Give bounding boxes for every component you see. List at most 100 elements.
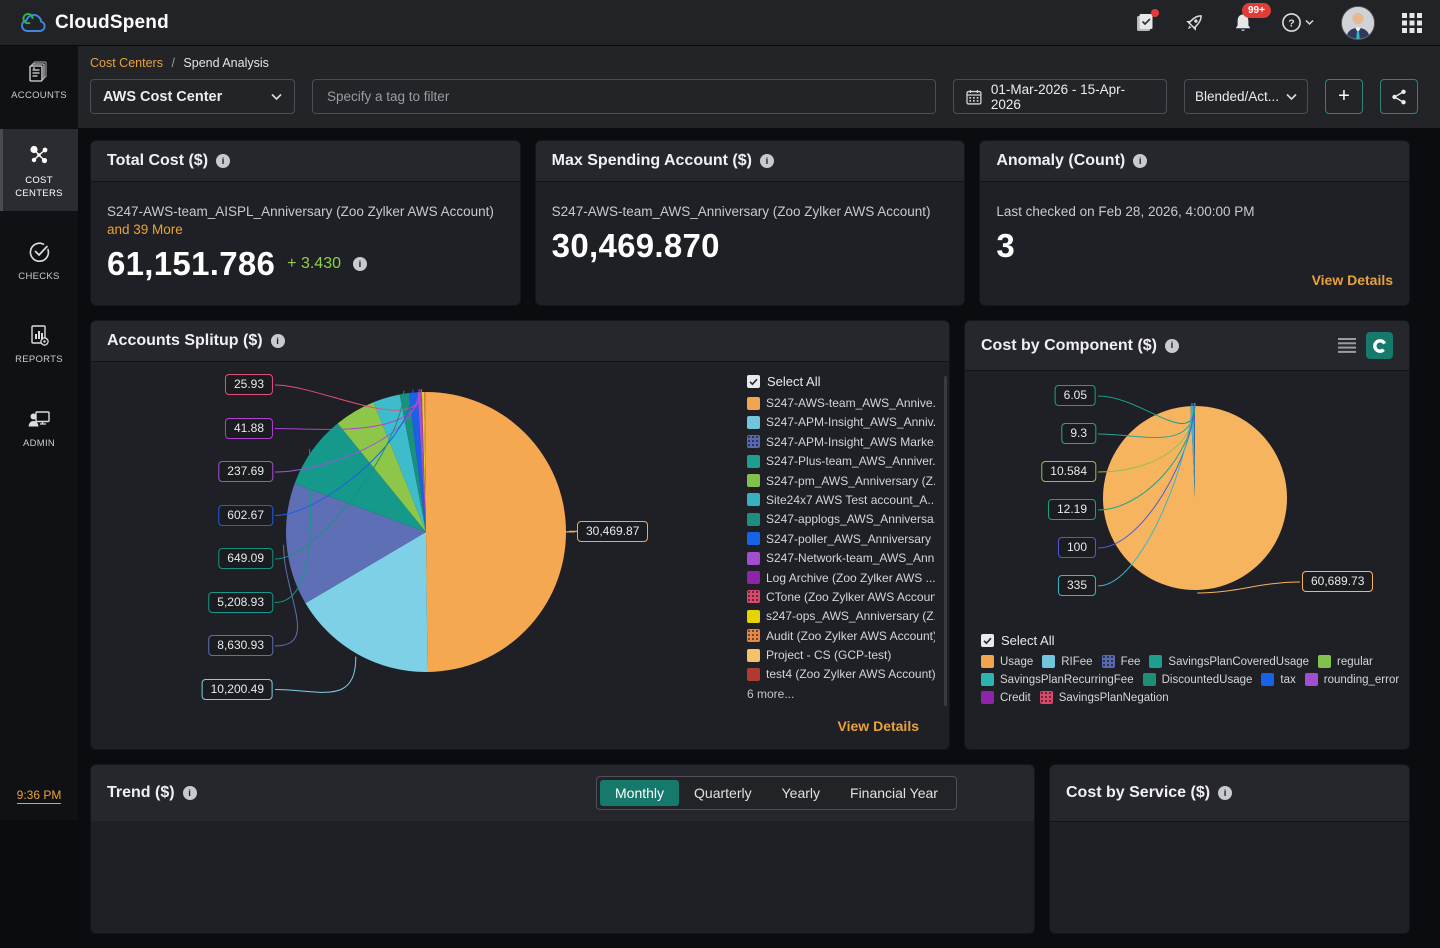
legend-item[interactable]: DiscountedUsage xyxy=(1143,673,1253,686)
info-icon[interactable]: i xyxy=(1165,339,1179,353)
add-button[interactable]: + xyxy=(1325,79,1363,114)
apps-grid-icon[interactable] xyxy=(1402,13,1422,33)
select-all-label: Select All xyxy=(767,374,820,389)
max-spending-account: S247-AWS-team_AWS_Anniversary (Zoo Zylke… xyxy=(552,204,949,219)
info-icon[interactable]: i xyxy=(271,334,285,348)
sidebar-item-label: ADMIN xyxy=(23,438,55,450)
tag-filter-input[interactable] xyxy=(312,79,936,114)
legend-item[interactable]: S247-applogs_AWS_Anniversa... xyxy=(747,512,935,526)
legend-item-label: Fee xyxy=(1121,656,1141,668)
legend-item[interactable]: tax xyxy=(1261,673,1295,686)
sidebar-item-accounts[interactable]: ACCOUNTS xyxy=(0,46,78,113)
legend-item[interactable]: Log Archive (Zoo Zylker AWS ... xyxy=(747,571,935,585)
legend-item[interactable]: S247-Network-team_AWS_Ann... xyxy=(747,551,935,565)
accounts-splitup-legend: Select All S247-AWS-team_AWS_Annive... S2… xyxy=(747,374,935,701)
legend-more-link[interactable]: 6 more... xyxy=(747,687,935,701)
legend-item[interactable]: Audit (Zoo Zylker AWS Account) xyxy=(747,629,935,643)
sidebar-item-cost-centers[interactable]: COST CENTERS xyxy=(0,129,78,211)
share-icon xyxy=(1391,89,1407,105)
last-refresh-time[interactable]: 9:36 PM xyxy=(0,786,78,804)
question-circle-glyph: ? xyxy=(1281,12,1302,33)
cost-by-component-pie-chart[interactable]: 6.059.310.58412.1910033560,689.73 xyxy=(965,371,1400,629)
cost-type-select[interactable]: Blended/Act... xyxy=(1184,79,1308,114)
info-icon[interactable]: i xyxy=(1133,154,1147,168)
max-spending-title: Max Spending Account ($) xyxy=(552,152,752,170)
user-avatar[interactable] xyxy=(1341,6,1375,40)
legend-scrollbar[interactable] xyxy=(944,376,947,706)
table-view-toggle[interactable] xyxy=(1338,338,1356,353)
legend-item-label: SavingsPlanNegation xyxy=(1059,692,1169,704)
help-icon[interactable]: ? xyxy=(1281,12,1314,33)
legend-item[interactable]: S247-poller_AWS_Anniversary ... xyxy=(747,532,935,546)
anomaly-view-details-link[interactable]: View Details xyxy=(1312,272,1393,288)
legend-item[interactable]: Project - CS (GCP-test) xyxy=(747,648,935,662)
accounts-splitup-card: Accounts Splitup ($) i 25.9341.88237.696… xyxy=(90,320,950,750)
dashboard-content: Total Cost ($) i S247-AWS-team_AISPL_Ann… xyxy=(78,128,1440,934)
legend-item[interactable]: S247-AWS-team_AWS_Annive... xyxy=(747,396,935,410)
legend-item[interactable]: regular xyxy=(1318,655,1373,668)
tasks-icon[interactable] xyxy=(1135,12,1156,33)
chart-view-toggle[interactable] xyxy=(1366,332,1393,359)
info-icon[interactable]: i xyxy=(1218,786,1232,800)
pie-callout-label: 30,469.87 xyxy=(577,521,648,542)
legend-item[interactable]: SavingsPlanNegation xyxy=(1040,691,1169,704)
tab-yearly[interactable]: Yearly xyxy=(767,780,835,806)
info-icon[interactable]: i xyxy=(353,257,367,271)
accounts-splitup-view-details-link[interactable]: View Details xyxy=(838,718,919,734)
legend-color-swatch xyxy=(747,532,760,545)
select-all-checkbox[interactable]: Select All xyxy=(981,633,1401,648)
legend-color-swatch xyxy=(1318,655,1331,668)
legend-item[interactable]: S247-Plus-team_AWS_Anniver... xyxy=(747,454,935,468)
pie-callout-label: 602.67 xyxy=(218,505,273,526)
legend-item[interactable]: test4 (Zoo Zylker AWS Account) xyxy=(747,667,935,681)
info-icon[interactable]: i xyxy=(216,154,230,168)
sidebar-item-label: COST CENTERS xyxy=(4,175,74,200)
bell-icon[interactable]: 99+ xyxy=(1232,12,1254,34)
tab-monthly[interactable]: Monthly xyxy=(600,780,679,806)
legend-color-swatch xyxy=(747,455,760,468)
legend-item[interactable]: Fee xyxy=(1102,655,1141,668)
sidebar-item-admin[interactable]: ADMIN xyxy=(0,394,78,461)
app-logo[interactable]: CloudSpend xyxy=(20,11,169,34)
select-all-checkbox[interactable]: Select All xyxy=(747,374,935,389)
sidebar-item-reports[interactable]: REPORTS xyxy=(0,310,78,377)
legend-item[interactable]: S247-APM-Insight_AWS_Anniv... xyxy=(747,415,935,429)
cost-center-select[interactable]: AWS Cost Center xyxy=(90,79,295,114)
info-icon[interactable]: i xyxy=(760,154,774,168)
legend-item[interactable]: Credit xyxy=(981,691,1031,704)
share-button[interactable] xyxy=(1380,79,1418,114)
legend-item[interactable]: CTone (Zoo Zylker AWS Account) xyxy=(747,590,935,604)
cost-by-component-legend: Select All Usage RIFee Fee SavingsPlanCover… xyxy=(981,633,1401,704)
tasks-alert-dot xyxy=(1151,9,1159,17)
legend-item-label: rounding_error xyxy=(1324,674,1399,686)
legend-item[interactable]: S247-pm_AWS_Anniversary (Z... xyxy=(747,474,935,488)
accounts-splitup-pie-chart[interactable]: 25.9341.88237.69602.67649.095,208.938,63… xyxy=(91,362,751,710)
rocket-glyph xyxy=(1183,12,1205,34)
rocket-icon[interactable] xyxy=(1183,12,1205,34)
chevron-down-icon xyxy=(271,93,282,101)
legend-color-swatch xyxy=(747,571,760,584)
anomaly-last-checked: Last checked on Feb 28, 2026, 4:00:00 PM xyxy=(996,204,1393,219)
info-icon[interactable]: i xyxy=(183,786,197,800)
legend-color-swatch xyxy=(747,474,760,487)
pie-slice[interactable] xyxy=(426,392,566,672)
legend-item[interactable]: SavingsPlanRecurringFee xyxy=(981,673,1134,686)
legend-item[interactable]: SavingsPlanCoveredUsage xyxy=(1149,655,1309,668)
legend-item-label: Log Archive (Zoo Zylker AWS ... xyxy=(766,571,935,585)
tab-quarterly[interactable]: Quarterly xyxy=(679,780,767,806)
legend-item[interactable]: rounding_error xyxy=(1305,673,1399,686)
legend-color-swatch xyxy=(1143,673,1156,686)
legend-item[interactable]: S247-APM-Insight_AWS Marke... xyxy=(747,435,935,449)
legend-item[interactable]: Site24x7 AWS Test account_A... xyxy=(747,493,935,507)
total-cost-more-link[interactable]: and 39 More xyxy=(107,222,504,237)
sidebar-item-checks[interactable]: CHECKS xyxy=(0,227,78,294)
breadcrumb-current: Spend Analysis xyxy=(183,56,268,70)
legend-item[interactable]: Usage xyxy=(981,655,1033,668)
date-range-picker[interactable]: 01-Mar-2026 - 15-Apr-2026 xyxy=(953,79,1167,114)
trend-period-tabs: Monthly Quarterly Yearly Financial Year xyxy=(596,776,957,810)
list-icon xyxy=(1338,338,1356,353)
breadcrumb-cost-centers[interactable]: Cost Centers xyxy=(90,56,163,70)
legend-item[interactable]: RIFee xyxy=(1042,655,1092,668)
tab-financial-year[interactable]: Financial Year xyxy=(835,780,953,806)
legend-item[interactable]: s247-ops_AWS_Anniversary (Z... xyxy=(747,609,935,623)
